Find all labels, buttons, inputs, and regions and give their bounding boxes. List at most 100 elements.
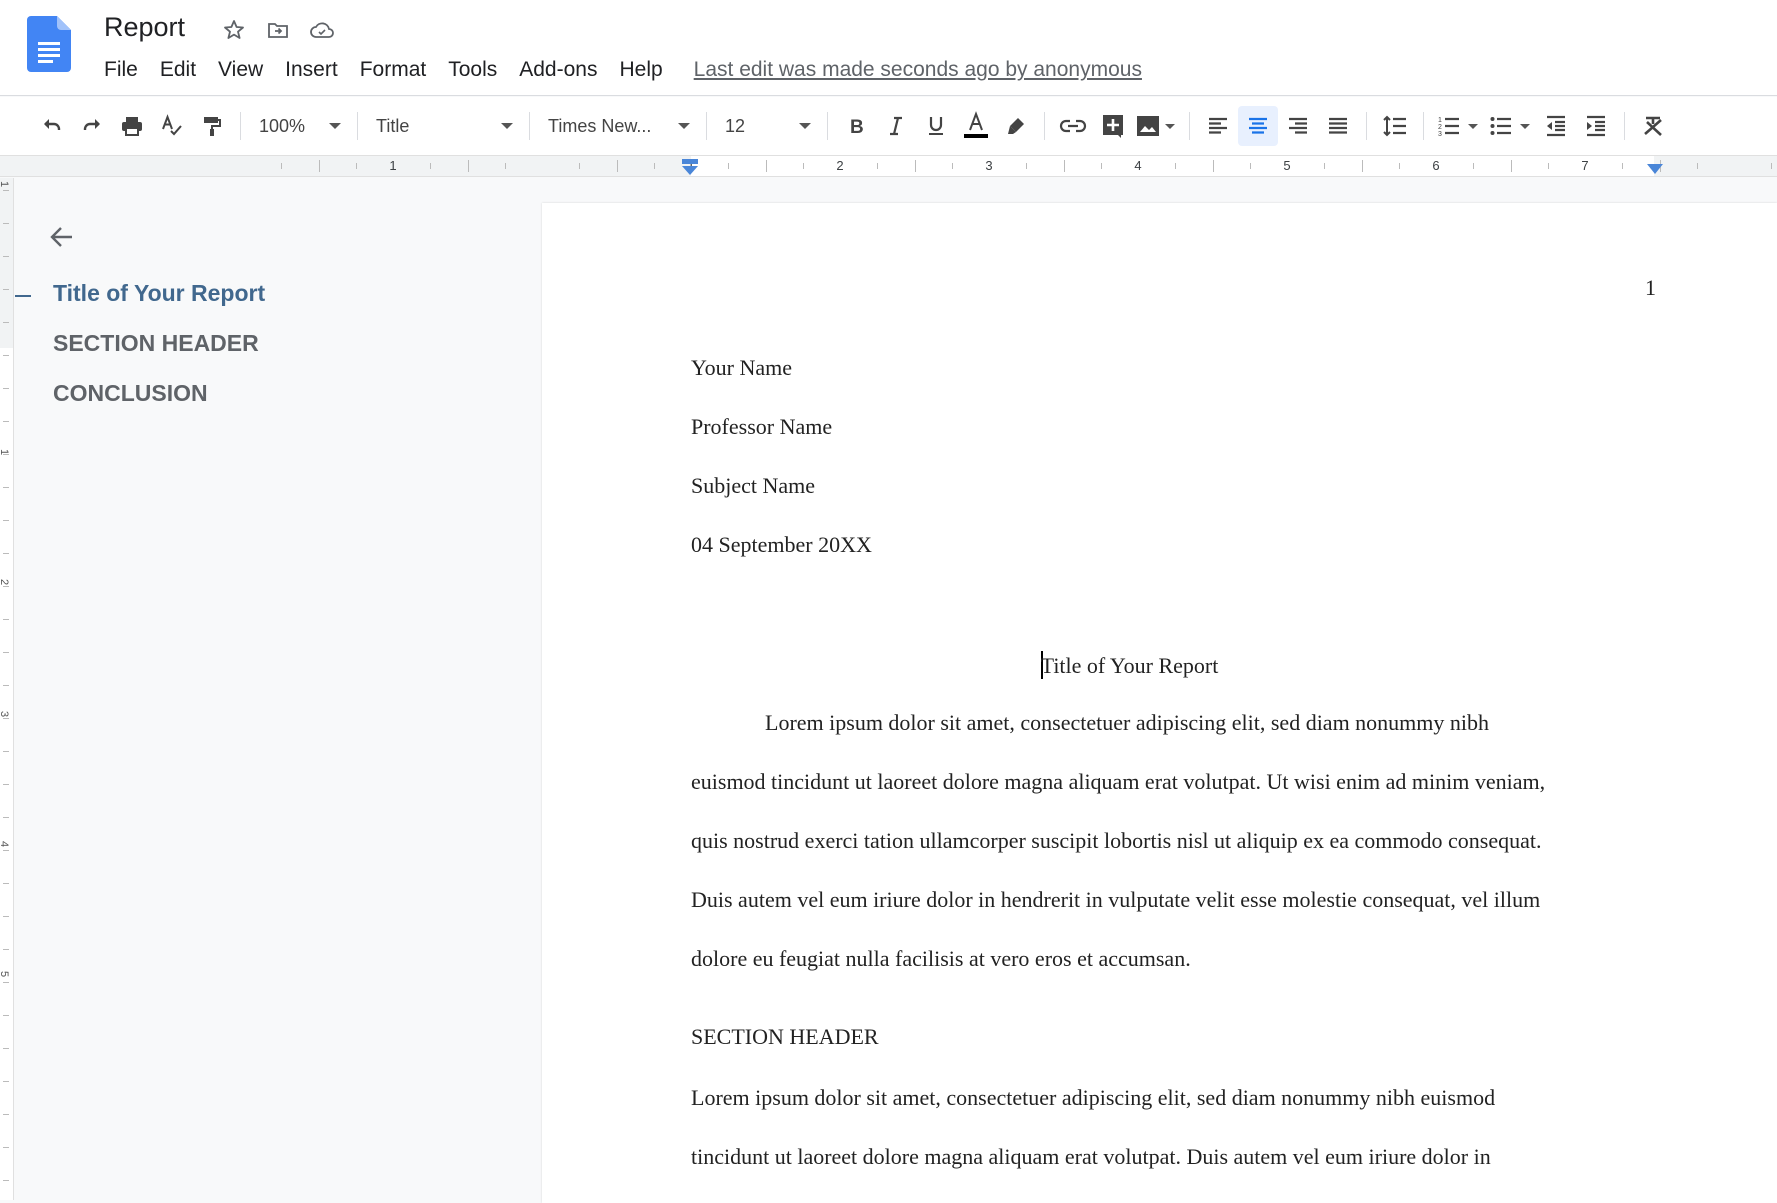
menu-view[interactable]: View xyxy=(207,55,274,85)
star-icon[interactable] xyxy=(220,16,248,44)
bold-button[interactable]: B xyxy=(836,106,876,146)
header-line-date: 04 September 20XX xyxy=(691,532,872,557)
zoom-select[interactable]: 100% xyxy=(249,108,349,144)
ruler-tick xyxy=(914,160,916,172)
font-size-value: 12 xyxy=(725,115,746,136)
italic-button[interactable] xyxy=(876,106,916,146)
font-select[interactable]: Times New... xyxy=(538,108,698,144)
menu-format[interactable]: Format xyxy=(349,55,438,85)
ruler-tick xyxy=(1696,163,1698,169)
paragraph1-line: dolore eu feugiat nulla facilisis at ver… xyxy=(691,946,1191,971)
toolbar-divider xyxy=(1423,112,1424,140)
line-spacing-button[interactable] xyxy=(1375,106,1415,146)
paragraph2-line: tincidunt ut laoreet dolore magna aliqua… xyxy=(691,1144,1491,1169)
ruler-tick xyxy=(1063,160,1065,172)
document-page[interactable]: 1 Your Name Professor Name Subject Name … xyxy=(542,203,1777,1203)
vertical-ruler-tick xyxy=(3,850,9,851)
vertical-ruler-tick xyxy=(3,751,9,752)
toolbar-divider xyxy=(357,112,358,140)
menu-file[interactable]: File xyxy=(93,55,149,85)
ruler-tick xyxy=(1398,163,1400,169)
chevron-down-icon xyxy=(329,123,341,129)
paragraph-style-select[interactable]: Title xyxy=(366,108,521,144)
left-indent-marker-icon[interactable] xyxy=(680,159,700,177)
svg-text:1: 1 xyxy=(1438,117,1442,124)
vertical-ruler-tick xyxy=(3,1015,9,1016)
insert-link-button[interactable] xyxy=(1053,106,1093,146)
chevron-down-icon xyxy=(501,123,513,129)
ruler-tick xyxy=(653,163,655,169)
horizontal-ruler[interactable]: 11234567 xyxy=(0,155,1777,177)
outline-item-section-header[interactable]: SECTION HEADER xyxy=(53,330,259,357)
chevron-down-icon xyxy=(799,123,811,129)
align-left-button[interactable] xyxy=(1198,106,1238,146)
toolbar-divider xyxy=(1189,112,1190,140)
align-right-button[interactable] xyxy=(1278,106,1318,146)
vertical-ruler-tick xyxy=(3,916,9,917)
vertical-ruler-tick xyxy=(3,982,9,983)
print-button[interactable] xyxy=(112,106,152,146)
active-outline-marker xyxy=(15,295,31,297)
text-color-button[interactable] xyxy=(956,106,996,146)
paint-format-button[interactable] xyxy=(192,106,232,146)
redo-button[interactable] xyxy=(72,106,112,146)
align-center-button[interactable] xyxy=(1238,106,1278,146)
add-comment-button[interactable] xyxy=(1093,106,1133,146)
paragraph1-line: euismod tincidunt ut laoreet dolore magn… xyxy=(691,769,1546,794)
vertical-ruler-tick xyxy=(3,520,9,521)
vertical-ruler-tick xyxy=(3,718,9,719)
vertical-ruler-tick xyxy=(3,289,9,290)
justify-button[interactable] xyxy=(1318,106,1358,146)
document-title[interactable]: Report xyxy=(104,12,185,43)
vertical-ruler-tick xyxy=(3,652,9,653)
font-size-select[interactable]: 12 xyxy=(715,108,819,144)
undo-button[interactable] xyxy=(32,106,72,146)
menu-insert[interactable]: Insert xyxy=(274,55,349,85)
vertical-ruler-tick xyxy=(3,421,9,422)
vertical-ruler-tick xyxy=(3,1114,9,1115)
numbered-list-button[interactable]: 123 xyxy=(1432,106,1466,146)
ruler-tick xyxy=(802,163,804,169)
ruler-tick xyxy=(1249,163,1251,169)
menu-addons[interactable]: Add-ons xyxy=(508,55,608,85)
spellcheck-button[interactable] xyxy=(152,106,192,146)
ruler-tick xyxy=(1175,163,1177,169)
bulleted-list-dropdown[interactable] xyxy=(1520,123,1530,129)
vertical-ruler-tick xyxy=(3,322,9,323)
right-indent-marker-icon[interactable] xyxy=(1645,162,1665,176)
bulleted-list-button[interactable] xyxy=(1484,106,1518,146)
menu-edit[interactable]: Edit xyxy=(149,55,207,85)
ruler-label: 3 xyxy=(985,158,993,173)
vertical-ruler-tick xyxy=(3,223,9,224)
numbered-list-dropdown[interactable] xyxy=(1468,123,1478,129)
ruler-tick xyxy=(355,163,357,169)
increase-indent-button[interactable] xyxy=(1576,106,1616,146)
menu-help[interactable]: Help xyxy=(608,55,673,85)
ruler-label: 2 xyxy=(836,158,844,173)
insert-image-dropdown[interactable] xyxy=(1165,123,1175,129)
vertical-ruler-tick xyxy=(3,454,9,455)
highlight-color-button[interactable] xyxy=(996,106,1036,146)
cloud-saved-icon[interactable] xyxy=(308,16,336,44)
outline-item-title[interactable]: Title of Your Report xyxy=(53,280,265,307)
vertical-ruler[interactable]: 112345 xyxy=(0,178,14,1200)
last-edit-link[interactable]: Last edit was made seconds ago by anonym… xyxy=(694,58,1142,82)
ruler-tick xyxy=(1212,160,1214,172)
decrease-indent-button[interactable] xyxy=(1536,106,1576,146)
docs-logo-icon[interactable] xyxy=(27,16,71,72)
underline-button[interactable] xyxy=(916,106,956,146)
header-line-name: Your Name xyxy=(691,355,793,380)
insert-image-button[interactable] xyxy=(1133,106,1163,146)
paragraph1-line: quis nostrud exerci tation ullamcorper s… xyxy=(691,828,1542,853)
vertical-ruler-tick xyxy=(3,553,9,554)
clear-formatting-button[interactable] xyxy=(1633,106,1673,146)
move-to-folder-icon[interactable] xyxy=(264,16,292,44)
menu-tools[interactable]: Tools xyxy=(437,55,508,85)
vertical-ruler-label: 3 xyxy=(0,711,10,717)
outline-item-conclusion[interactable]: CONCLUSION xyxy=(53,380,208,407)
toolbar-divider xyxy=(1624,112,1625,140)
back-arrow-icon[interactable] xyxy=(45,220,79,254)
ruler-tick xyxy=(1547,163,1549,169)
toolbar-divider xyxy=(1366,112,1367,140)
ruler-tick xyxy=(877,163,879,169)
